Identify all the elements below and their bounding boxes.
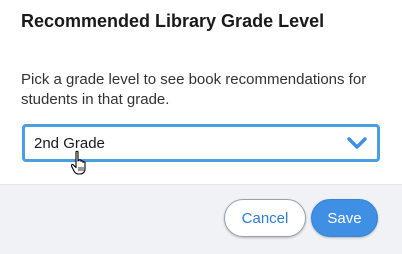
cancel-button[interactable]: Cancel <box>224 199 306 237</box>
grade-level-dialog: Recommended Library Grade Level Pick a g… <box>0 0 402 254</box>
chevron-down-icon[interactable] <box>346 134 368 152</box>
dialog-title: Recommended Library Grade Level <box>21 11 325 31</box>
dialog-footer: Cancel Save <box>0 184 402 254</box>
hand-pointer-cursor-icon <box>70 150 86 175</box>
save-button[interactable]: Save <box>311 199 378 237</box>
dialog-description: Pick a grade level to see book recommend… <box>21 71 367 108</box>
